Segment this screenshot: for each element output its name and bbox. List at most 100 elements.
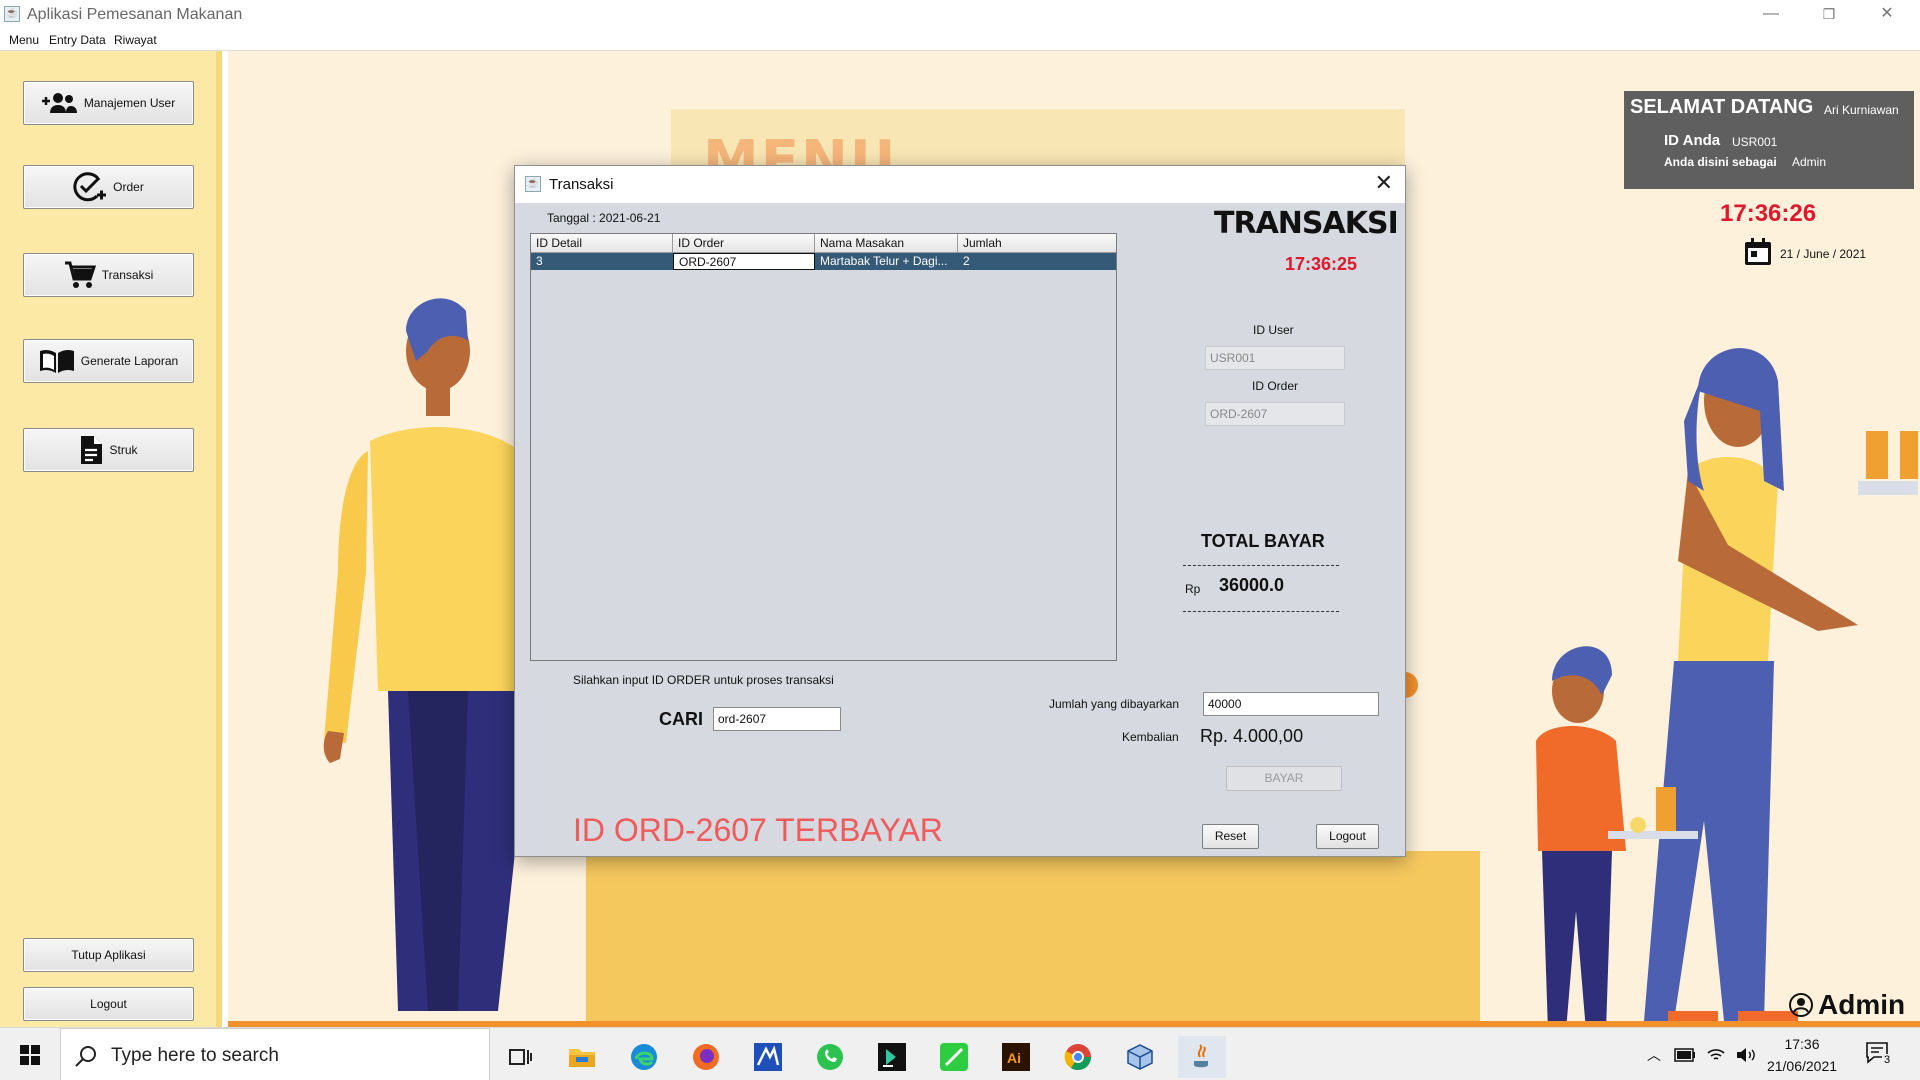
add-users-icon [41, 93, 77, 113]
shopping-cart-icon [64, 261, 96, 288]
welcome-greeting: SELAMAT DATANG [1630, 96, 1814, 118]
jumlah-dibayarkan-input[interactable]: 40000 [1203, 692, 1379, 716]
window-titlebar: ☕ Aplikasi Pemesanan Makanan — ❐ ✕ [0, 0, 1920, 30]
transaksi-heading: TRANSAKSI [1214, 206, 1399, 241]
sidebar-logout-button[interactable]: Logout [23, 987, 194, 1021]
generate-laporan-button[interactable]: Generate Laporan [23, 339, 194, 383]
man-illustration [323, 298, 528, 1011]
open-book-icon [39, 349, 74, 373]
speaker-icon[interactable] [1736, 1047, 1756, 1063]
file-explorer-icon[interactable] [558, 1036, 606, 1078]
green-app-icon[interactable] [930, 1036, 978, 1078]
taskbar-search-box[interactable]: Type here to search [60, 1028, 490, 1080]
close-window-button[interactable]: ✕ [1858, 0, 1916, 30]
battery-icon[interactable] [1674, 1047, 1696, 1062]
maximize-button[interactable]: ❐ [1800, 0, 1858, 30]
currency-label: Rp [1185, 582, 1201, 596]
column-header-nama-masakan[interactable]: Nama Masakan [815, 234, 958, 253]
cell-id-detail[interactable]: 3 [531, 253, 673, 270]
dialog-logout-button[interactable]: Logout [1316, 824, 1379, 849]
chevron-up-icon[interactable]: ︿ [1642, 1045, 1666, 1065]
menubar: Menu Entry Data Riwayat [0, 30, 1920, 51]
struk-button[interactable]: Struk [23, 428, 194, 472]
illustrator-icon[interactable]: Ai [992, 1036, 1040, 1078]
woman-child-illustration [1536, 348, 1918, 1027]
whatsapp-icon[interactable] [806, 1036, 854, 1078]
sidebar: Manajemen User Order Transaksi Generate … [0, 51, 222, 1027]
cell-nama-masakan[interactable]: Martabak Telur + Dagi... [815, 253, 958, 270]
column-header-jumlah[interactable]: Jumlah [958, 234, 1116, 253]
search-icon [75, 1046, 96, 1067]
column-header-id-order[interactable]: ID Order [673, 234, 815, 253]
user-circle-icon [1789, 993, 1813, 1017]
dialog-close-button[interactable]: ✕ [1375, 170, 1393, 196]
cari-label: CARI [659, 709, 703, 729]
start-button[interactable] [0, 1028, 60, 1080]
table-header: ID Detail ID Order Nama Masakan Jumlah [531, 234, 1116, 253]
search-placeholder: Type here to search [111, 1045, 279, 1066]
id-user-label: ID User [1253, 323, 1294, 337]
order-button[interactable]: Order [23, 165, 194, 209]
main-date: 21 / June / 2021 [1780, 247, 1867, 261]
admin-badge: Admin [1788, 989, 1905, 1021]
cell-jumlah[interactable]: 2 [958, 253, 1116, 270]
edge-icon[interactable] [620, 1036, 668, 1078]
menu-entry-data[interactable]: Entry Data [49, 33, 106, 47]
taskbar-date[interactable]: 21/06/2021 [1762, 1058, 1842, 1074]
order-detail-table[interactable]: ID Detail ID Order Nama Masakan Jumlah 3… [530, 233, 1117, 661]
system-tray: ︿ [1642, 1028, 1756, 1080]
payment-status-message: ID ORD-2607 TERBAYAR [573, 812, 943, 848]
virtualbox-icon[interactable] [1116, 1036, 1164, 1078]
notification-center-button[interactable]: 3 [1866, 1042, 1893, 1069]
taskbar-clock[interactable]: 17:36 [1762, 1036, 1842, 1052]
role-label: Anda disini sebagai [1664, 155, 1777, 169]
firefox-icon[interactable] [682, 1036, 730, 1078]
wifi-icon[interactable] [1706, 1047, 1726, 1063]
bayar-button[interactable]: BAYAR [1226, 766, 1342, 791]
cari-input[interactable]: ord-2607 [713, 707, 841, 731]
column-header-id-detail[interactable]: ID Detail [531, 234, 673, 253]
manajemen-user-label: Manajemen User [83, 96, 176, 110]
divider-bottom [1183, 611, 1339, 612]
java-app-icon: ☕ [4, 6, 20, 22]
dialog-clock: 17:36:25 [1285, 254, 1358, 274]
chrome-icon[interactable] [1054, 1036, 1102, 1078]
check-add-icon [73, 172, 107, 202]
java-taskbar-icon[interactable] [1178, 1036, 1226, 1078]
tutup-aplikasi-label: Tutup Aplikasi [71, 948, 146, 962]
user-id-value: USR001 [1732, 135, 1778, 149]
transaksi-button[interactable]: Transaksi [23, 253, 194, 297]
windows-logo-icon [20, 1044, 40, 1065]
cell-id-order[interactable]: ORD-2607 [673, 253, 815, 270]
notification-count: 3 [1882, 1054, 1893, 1066]
transaksi-dialog: ☕ Transaksi ✕ Tanggal : 2021-06-21 ID De… [514, 165, 1406, 857]
dialog-titlebar: ☕ Transaksi ✕ [515, 166, 1405, 203]
transaksi-label: Transaksi [101, 268, 154, 282]
tutup-aplikasi-button[interactable]: Tutup Aplikasi [23, 938, 194, 972]
dialog-title: Transaksi [549, 176, 614, 193]
manajemen-user-button[interactable]: Manajemen User [23, 81, 194, 125]
total-bayar-label: TOTAL BAYAR [1201, 531, 1325, 551]
intellij-icon[interactable] [868, 1036, 916, 1078]
blue-app-icon[interactable] [744, 1036, 792, 1078]
user-id-label: ID Anda [1664, 132, 1721, 149]
svg-text:Ai: Ai [1007, 1050, 1021, 1066]
order-label: Order [113, 180, 144, 194]
minimize-button[interactable]: — [1742, 0, 1800, 30]
kembalian-value: Rp. 4.000,00 [1200, 726, 1304, 746]
generate-laporan-label: Generate Laporan [80, 354, 179, 368]
task-view-icon[interactable] [496, 1036, 544, 1078]
table-row[interactable]: 3 ORD-2607 Martabak Telur + Dagi... 2 [531, 253, 1116, 270]
calendar-icon [1745, 238, 1771, 265]
role-value: Admin [1792, 155, 1827, 169]
reset-button[interactable]: Reset [1202, 824, 1259, 849]
main-clock: 17:36:26 [1720, 200, 1817, 227]
kembalian-label: Kembalian [1122, 730, 1179, 744]
admin-badge-label: Admin [1818, 989, 1906, 1020]
instruction-text: Silahkan input ID ORDER untuk proses tra… [573, 673, 834, 687]
divider-top [1183, 565, 1339, 566]
tanggal-label: Tanggal : 2021-06-21 [547, 211, 661, 225]
sidebar-logout-label: Logout [90, 997, 127, 1011]
menu-riwayat[interactable]: Riwayat [114, 33, 157, 47]
menu-menu[interactable]: Menu [9, 33, 39, 47]
